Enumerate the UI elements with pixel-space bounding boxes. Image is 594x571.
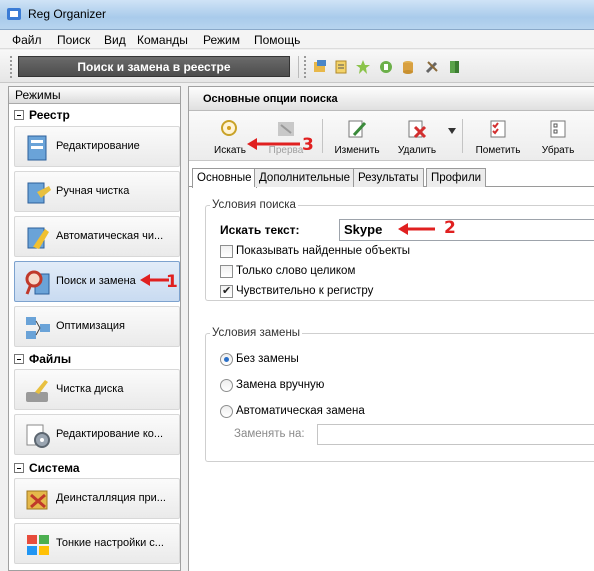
modes-panel: Режимы Реестр Редактирование Ручная чист… [8,86,181,571]
annotation-arrow-3 [247,138,300,150]
list-icon[interactable] [333,59,349,75]
case-sensitive-label: Чувствительно к регистру [236,285,374,297]
group-files[interactable]: Файлы [9,351,180,368]
edit-icon [348,120,367,138]
toolbar-grip[interactable] [10,56,13,78]
auto-replace-label: Автоматическая замена [236,405,365,417]
show-found-label: Показывать найденные объекты [236,245,411,257]
menu-view[interactable]: Вид [104,33,126,47]
show-found-checkbox[interactable] [220,245,233,258]
unmark-button[interactable]: Убрать [529,115,587,157]
mark-button[interactable]: Пометить [469,115,527,157]
modes-header: Режимы [9,87,180,104]
search-options-panel: Основные опции поиска Искать Прерва Изме… [188,86,594,571]
search-text-label: Искать текст: [220,223,300,237]
tab-basic[interactable]: Основные [192,168,257,188]
group-system[interactable]: Система [9,460,180,477]
whole-word-label: Только слово целиком [236,265,356,277]
mode-title: Поиск и замена в реестре [18,56,290,77]
mark-icon [490,120,506,138]
delete-button[interactable]: Удалить [389,115,445,157]
nav-optimization[interactable]: Оптимизация [14,306,180,347]
windows-logo-icon [27,535,49,555]
replace-with-label: Заменять на: [234,428,305,440]
optimization-icon [26,317,50,339]
replace-conditions-legend: Условия замены [212,327,301,339]
disk-broom-icon [26,380,48,402]
chevron-down-icon[interactable] [448,128,456,134]
collapse-icon[interactable] [14,463,24,473]
uninstall-icon [26,490,48,510]
magnifier-icon [25,270,50,295]
gear-icon [26,424,50,448]
nav-registry-edit[interactable]: Редактирование [14,126,180,167]
registry-edit-icon [27,135,47,161]
no-replace-label: Без замены [236,353,299,365]
auto-broom-icon [27,227,49,249]
tab-results[interactable]: Результаты [353,168,424,187]
manual-replace-radio[interactable] [220,379,233,392]
menu-search[interactable]: Поиск [57,33,90,47]
toolbar-grip[interactable] [304,56,307,78]
title-bar: Reg Organizer [0,0,594,30]
menu-help[interactable]: Помощь [254,33,300,47]
search-conditions-legend: Условия поиска [212,199,296,211]
exit-icon[interactable] [447,59,463,75]
nav-disk-cleanup[interactable]: Чистка диска [14,369,180,410]
nav-uninstall[interactable]: Деинсталляция при... [14,478,180,519]
delete-icon [408,120,427,139]
nav-config-edit[interactable]: Редактирование ко... [14,414,180,455]
window-title: Reg Organizer [28,7,107,21]
annotation-arrow-2 [398,223,435,235]
unmark-icon [550,120,566,138]
edit-button[interactable]: Изменить [327,115,387,157]
nav-auto-cleanup[interactable]: Автоматическая чи... [14,216,180,257]
tab-bar: Основные Дополнительные Результаты Профи… [189,168,594,188]
panel-title: Основные опции поиска [189,87,594,111]
mode-toolbar: Поиск и замена в реестре [0,50,594,83]
manual-replace-label: Замена вручную [236,379,325,391]
search-text-input[interactable]: Skype [339,219,594,241]
plugin-icon[interactable] [378,59,394,75]
menu-mode[interactable]: Режим [203,33,240,47]
auto-replace-radio[interactable] [220,405,233,418]
annotation-number-3: 3 [302,135,314,155]
search-start-icon [221,120,237,136]
no-replace-radio[interactable] [220,353,233,366]
database-icon[interactable] [400,59,416,75]
whole-word-checkbox[interactable] [220,265,233,278]
registry-tools-icon[interactable] [312,59,328,75]
nav-manual-cleanup[interactable]: Ручная чистка [14,171,180,212]
tab-advanced[interactable]: Дополнительные [254,168,356,187]
annotation-number-1: 1 [166,272,178,292]
menu-commands[interactable]: Команды [137,33,188,47]
case-sensitive-checkbox[interactable] [220,284,233,298]
tab-profiles[interactable]: Профили [426,168,487,187]
collapse-icon[interactable] [14,354,24,364]
menu-bar: Файл Поиск Вид Команды Режим Помощь [0,30,594,49]
broom-icon [27,182,51,204]
replace-with-input[interactable] [317,424,594,445]
collapse-icon[interactable] [14,110,24,120]
tools-icon[interactable] [424,59,440,75]
group-registry[interactable]: Реестр [9,107,180,124]
annotation-number-2: 2 [444,218,456,238]
star-icon[interactable] [355,59,371,75]
action-toolbar: Искать Прерва Изменить Удалить Пометить … [189,111,594,161]
app-icon [7,8,21,20]
menu-file[interactable]: Файл [12,33,42,47]
nav-system-tweaks[interactable]: Тонкие настройки с... [14,523,180,564]
